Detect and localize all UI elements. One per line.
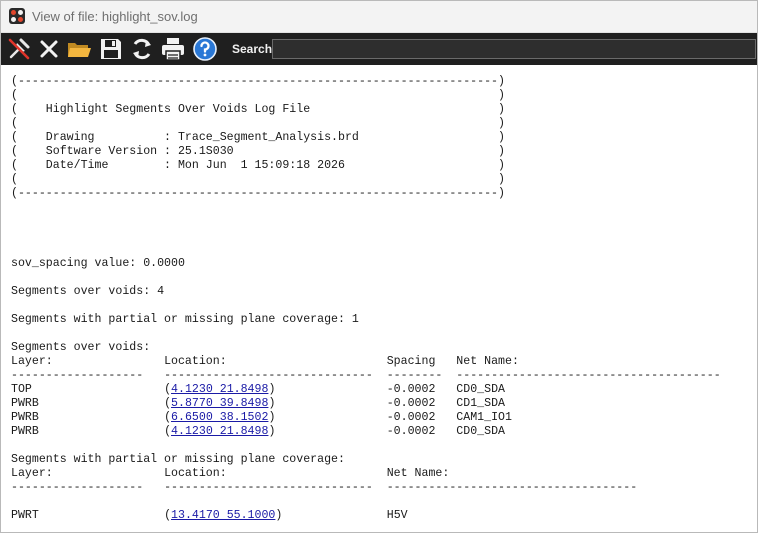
close-button[interactable] xyxy=(35,35,63,63)
log-header-line: ( ) xyxy=(11,173,505,186)
log-content[interactable]: (---------------------------------------… xyxy=(1,65,757,532)
location-link[interactable]: 6.6500 38.1502 xyxy=(171,411,268,424)
location-link[interactable]: 13.4170 55.1000 xyxy=(171,509,275,522)
pin-icon xyxy=(8,38,30,60)
partial-count-line: Segments with partial or missing plane c… xyxy=(11,313,359,326)
save-button[interactable] xyxy=(97,35,125,63)
row-layer: PWRB xyxy=(11,397,165,410)
close-icon xyxy=(40,40,58,58)
row-layer: PWRB xyxy=(11,411,165,424)
column-header-layer: Layer: xyxy=(11,467,165,480)
location-link[interactable]: 4.1230 21.8498 xyxy=(171,383,268,396)
printer-icon xyxy=(162,38,184,61)
pin-button[interactable] xyxy=(5,35,33,63)
voids-section-title: Segments over voids: xyxy=(11,341,151,354)
column-rule-net: ------------------------------------ xyxy=(386,481,638,494)
log-header-line: ( Highlight Segments Over Voids Log File… xyxy=(11,103,505,116)
column-rule-net: -------------------------------------- xyxy=(456,369,721,382)
column-rule-location: ------------------------------ xyxy=(164,481,387,494)
app-icon xyxy=(9,8,25,24)
row-spacing: -0.0002 xyxy=(386,383,457,396)
search-input[interactable] xyxy=(272,39,756,59)
log-text: (---------------------------------------… xyxy=(11,75,721,522)
save-icon xyxy=(101,39,121,59)
column-header-net: Net Name: xyxy=(456,355,519,368)
log-header-line: ( Drawing : Trace_Segment_Analysis.brd ) xyxy=(11,131,505,144)
toolbar: Search: xyxy=(1,33,757,65)
row-net-name: H5V xyxy=(386,509,408,522)
log-header-line: (---------------------------------------… xyxy=(11,187,505,200)
row-spacing: -0.0002 xyxy=(386,411,457,424)
void-count-line: Segments over voids: 4 xyxy=(11,285,165,298)
row-net-name: CD0_SDA xyxy=(456,383,505,396)
window-title: View of file: highlight_sov.log xyxy=(32,9,198,24)
spacing-value-line: sov_spacing value: 0.0000 xyxy=(11,257,185,270)
location-link[interactable]: 4.1230 21.8498 xyxy=(171,425,268,438)
column-header-net: Net Name: xyxy=(386,467,450,480)
help-icon xyxy=(193,37,217,61)
column-rule-layer: ------------------- xyxy=(11,369,165,382)
column-rule-location: ------------------------------ xyxy=(164,369,387,382)
row-layer: PWRT xyxy=(11,509,165,522)
row-net-name: CD1_SDA xyxy=(456,397,505,410)
row-spacing: -0.0002 xyxy=(386,425,457,438)
print-button[interactable] xyxy=(159,35,187,63)
row-net-name: CAM1_IO1 xyxy=(456,411,512,424)
log-header-line: ( Software Version : 25.1S030 ) xyxy=(11,145,505,158)
refresh-icon xyxy=(133,38,151,60)
column-rule-layer: ------------------- xyxy=(11,481,165,494)
row-spacing: -0.0002 xyxy=(386,397,457,410)
column-header-location: Location: xyxy=(164,355,387,368)
column-rule-spacing: -------- xyxy=(386,369,457,382)
log-header-line: (---------------------------------------… xyxy=(11,75,505,88)
search-label: Search: xyxy=(232,42,277,56)
log-header-line: ( ) xyxy=(11,117,505,130)
column-header-layer: Layer: xyxy=(11,355,165,368)
refresh-button[interactable] xyxy=(128,35,156,63)
column-header-spacing: Spacing xyxy=(386,355,457,368)
title-bar[interactable]: View of file: highlight_sov.log xyxy=(1,1,757,33)
column-header-location: Location: xyxy=(164,467,387,480)
log-header-line: ( ) xyxy=(11,89,505,102)
row-layer: PWRB xyxy=(11,425,165,438)
log-viewer-window: View of file: highlight_sov.log Search: … xyxy=(0,0,758,533)
row-layer: TOP xyxy=(11,383,165,396)
row-net-name: CD0_SDA xyxy=(456,425,505,438)
help-button[interactable] xyxy=(191,35,219,63)
log-header-line: ( Date/Time : Mon Jun 1 15:09:18 2026 ) xyxy=(11,159,505,172)
partial-section-title: Segments with partial or missing plane c… xyxy=(11,453,345,466)
folder-icon xyxy=(68,43,91,57)
open-button[interactable] xyxy=(65,35,93,63)
location-link[interactable]: 5.8770 39.8498 xyxy=(171,397,268,410)
